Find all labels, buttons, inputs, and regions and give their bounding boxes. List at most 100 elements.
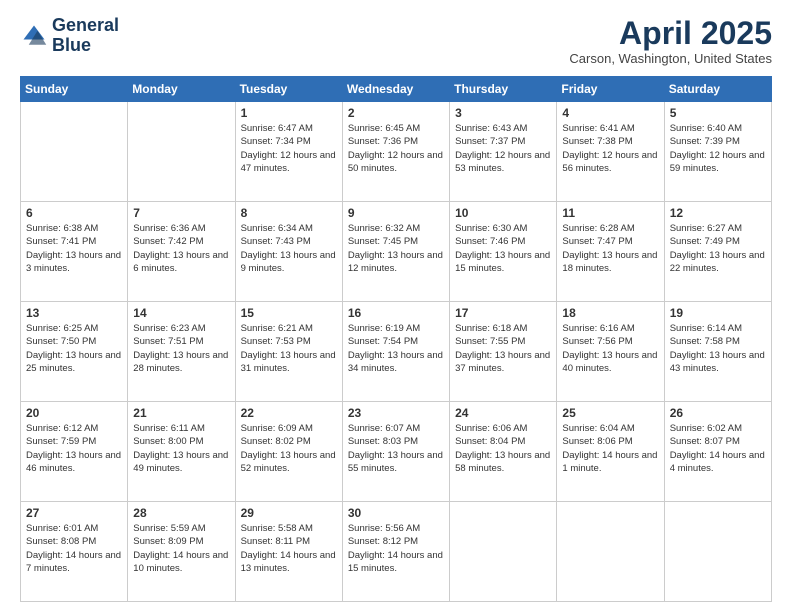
page: General Blue April 2025 Carson, Washingt… xyxy=(0,0,792,612)
day-number: 13 xyxy=(26,306,122,320)
title-section: April 2025 Carson, Washington, United St… xyxy=(569,16,772,66)
calendar-header: SundayMondayTuesdayWednesdayThursdayFrid… xyxy=(21,77,772,102)
day-number: 16 xyxy=(348,306,444,320)
calendar-cell: 23 Sunrise: 6:07 AMSunset: 8:03 PMDayligh… xyxy=(342,402,449,502)
day-info: Sunrise: 5:58 AMSunset: 8:11 PMDaylight:… xyxy=(241,522,337,575)
day-info: Sunrise: 6:21 AMSunset: 7:53 PMDaylight:… xyxy=(241,322,337,375)
day-number: 20 xyxy=(26,406,122,420)
calendar-cell: 1 Sunrise: 6:47 AMSunset: 7:34 PMDaylight… xyxy=(235,102,342,202)
day-number: 2 xyxy=(348,106,444,120)
calendar-cell: 19 Sunrise: 6:14 AMSunset: 7:58 PMDayligh… xyxy=(664,302,771,402)
day-number: 18 xyxy=(562,306,658,320)
day-info: Sunrise: 6:07 AMSunset: 8:03 PMDaylight:… xyxy=(348,422,444,475)
calendar-cell xyxy=(450,502,557,602)
day-number: 30 xyxy=(348,506,444,520)
calendar-cell: 16 Sunrise: 6:19 AMSunset: 7:54 PMDayligh… xyxy=(342,302,449,402)
day-number: 11 xyxy=(562,206,658,220)
day-number: 17 xyxy=(455,306,551,320)
day-info: Sunrise: 5:59 AMSunset: 8:09 PMDaylight:… xyxy=(133,522,229,575)
day-info: Sunrise: 6:38 AMSunset: 7:41 PMDaylight:… xyxy=(26,222,122,275)
logo-line1: General xyxy=(52,16,119,36)
calendar-cell: 5 Sunrise: 6:40 AMSunset: 7:39 PMDaylight… xyxy=(664,102,771,202)
logo-line2: Blue xyxy=(52,36,119,56)
day-number: 25 xyxy=(562,406,658,420)
location: Carson, Washington, United States xyxy=(569,51,772,66)
month-title: April 2025 xyxy=(569,16,772,51)
day-info: Sunrise: 6:47 AMSunset: 7:34 PMDaylight:… xyxy=(241,122,337,175)
calendar-week-row: 13Sunrise: 6:25 AMSunset: 7:50 PMDayligh… xyxy=(21,302,772,402)
calendar-cell: 25 Sunrise: 6:04 AMSunset: 8:06 PMDayligh… xyxy=(557,402,664,502)
calendar-cell: 12 Sunrise: 6:27 AMSunset: 7:49 PMDayligh… xyxy=(664,202,771,302)
day-number: 3 xyxy=(455,106,551,120)
day-info: Sunrise: 6:04 AMSunset: 8:06 PMDaylight:… xyxy=(562,422,658,475)
calendar-body: 1 Sunrise: 6:47 AMSunset: 7:34 PMDaylight… xyxy=(21,102,772,602)
day-info: Sunrise: 6:28 AMSunset: 7:47 PMDaylight:… xyxy=(562,222,658,275)
day-number: 4 xyxy=(562,106,658,120)
day-info: Sunrise: 6:41 AMSunset: 7:38 PMDaylight:… xyxy=(562,122,658,175)
day-number: 26 xyxy=(670,406,766,420)
logo-icon xyxy=(20,22,48,50)
day-info: Sunrise: 6:34 AMSunset: 7:43 PMDaylight:… xyxy=(241,222,337,275)
calendar-cell: 6 Sunrise: 6:38 AMSunset: 7:41 PMDaylight… xyxy=(21,202,128,302)
day-number: 23 xyxy=(348,406,444,420)
calendar-cell: 2 Sunrise: 6:45 AMSunset: 7:36 PMDaylight… xyxy=(342,102,449,202)
day-number: 7 xyxy=(133,206,229,220)
day-info: Sunrise: 5:56 AMSunset: 8:12 PMDaylight:… xyxy=(348,522,444,575)
day-info: Sunrise: 6:45 AMSunset: 7:36 PMDaylight:… xyxy=(348,122,444,175)
logo-text: General Blue xyxy=(52,16,119,56)
calendar-cell xyxy=(557,502,664,602)
day-info: Sunrise: 6:14 AMSunset: 7:58 PMDaylight:… xyxy=(670,322,766,375)
day-number: 29 xyxy=(241,506,337,520)
calendar-cell xyxy=(664,502,771,602)
calendar-cell: 8 Sunrise: 6:34 AMSunset: 7:43 PMDaylight… xyxy=(235,202,342,302)
day-info: Sunrise: 6:40 AMSunset: 7:39 PMDaylight:… xyxy=(670,122,766,175)
calendar-cell: 18 Sunrise: 6:16 AMSunset: 7:56 PMDayligh… xyxy=(557,302,664,402)
calendar-cell: 21Sunrise: 6:11 AMSunset: 8:00 PMDayligh… xyxy=(128,402,235,502)
logo: General Blue xyxy=(20,16,119,56)
day-number: 27 xyxy=(26,506,122,520)
calendar-cell: 10 Sunrise: 6:30 AMSunset: 7:46 PMDayligh… xyxy=(450,202,557,302)
day-info: Sunrise: 6:36 AMSunset: 7:42 PMDaylight:… xyxy=(133,222,229,275)
day-info: Sunrise: 6:43 AMSunset: 7:37 PMDaylight:… xyxy=(455,122,551,175)
calendar-cell: 27 Sunrise: 6:01 AMSunset: 8:08 PMDayligh… xyxy=(21,502,128,602)
day-number: 28 xyxy=(133,506,229,520)
calendar-cell xyxy=(21,102,128,202)
calendar-week-row: 27 Sunrise: 6:01 AMSunset: 8:08 PMDayligh… xyxy=(21,502,772,602)
calendar-week-row: 1 Sunrise: 6:47 AMSunset: 7:34 PMDaylight… xyxy=(21,102,772,202)
day-info: Sunrise: 6:02 AMSunset: 8:07 PMDaylight:… xyxy=(670,422,766,475)
calendar-week-row: 20Sunrise: 6:12 AMSunset: 7:59 PMDayligh… xyxy=(21,402,772,502)
day-number: 10 xyxy=(455,206,551,220)
day-info: Sunrise: 6:06 AMSunset: 8:04 PMDaylight:… xyxy=(455,422,551,475)
weekday-header: Thursday xyxy=(450,77,557,102)
calendar: SundayMondayTuesdayWednesdayThursdayFrid… xyxy=(20,76,772,602)
day-number: 19 xyxy=(670,306,766,320)
calendar-week-row: 6 Sunrise: 6:38 AMSunset: 7:41 PMDaylight… xyxy=(21,202,772,302)
day-info: Sunrise: 6:01 AMSunset: 8:08 PMDaylight:… xyxy=(26,522,122,575)
calendar-cell: 22Sunrise: 6:09 AMSunset: 8:02 PMDayligh… xyxy=(235,402,342,502)
calendar-cell: 14 Sunrise: 6:23 AMSunset: 7:51 PMDayligh… xyxy=(128,302,235,402)
day-number: 8 xyxy=(241,206,337,220)
header: General Blue April 2025 Carson, Washingt… xyxy=(20,16,772,66)
calendar-cell: 3 Sunrise: 6:43 AMSunset: 7:37 PMDaylight… xyxy=(450,102,557,202)
day-info: Sunrise: 6:19 AMSunset: 7:54 PMDaylight:… xyxy=(348,322,444,375)
day-number: 12 xyxy=(670,206,766,220)
day-info: Sunrise: 6:30 AMSunset: 7:46 PMDaylight:… xyxy=(455,222,551,275)
day-number: 15 xyxy=(241,306,337,320)
calendar-cell: 24Sunrise: 6:06 AMSunset: 8:04 PMDayligh… xyxy=(450,402,557,502)
calendar-cell: 20Sunrise: 6:12 AMSunset: 7:59 PMDayligh… xyxy=(21,402,128,502)
day-info: Sunrise: 6:16 AMSunset: 7:56 PMDaylight:… xyxy=(562,322,658,375)
day-number: 14 xyxy=(133,306,229,320)
calendar-cell: 4 Sunrise: 6:41 AMSunset: 7:38 PMDaylight… xyxy=(557,102,664,202)
weekday-header: Sunday xyxy=(21,77,128,102)
day-info: Sunrise: 6:11 AMSunset: 8:00 PMDaylight:… xyxy=(133,422,229,475)
day-number: 1 xyxy=(241,106,337,120)
weekday-header: Friday xyxy=(557,77,664,102)
day-number: 5 xyxy=(670,106,766,120)
calendar-cell: 11 Sunrise: 6:28 AMSunset: 7:47 PMDayligh… xyxy=(557,202,664,302)
weekday-header: Saturday xyxy=(664,77,771,102)
day-info: Sunrise: 6:27 AMSunset: 7:49 PMDaylight:… xyxy=(670,222,766,275)
day-info: Sunrise: 6:23 AMSunset: 7:51 PMDaylight:… xyxy=(133,322,229,375)
day-number: 6 xyxy=(26,206,122,220)
calendar-cell: 15 Sunrise: 6:21 AMSunset: 7:53 PMDayligh… xyxy=(235,302,342,402)
day-number: 22 xyxy=(241,406,337,420)
